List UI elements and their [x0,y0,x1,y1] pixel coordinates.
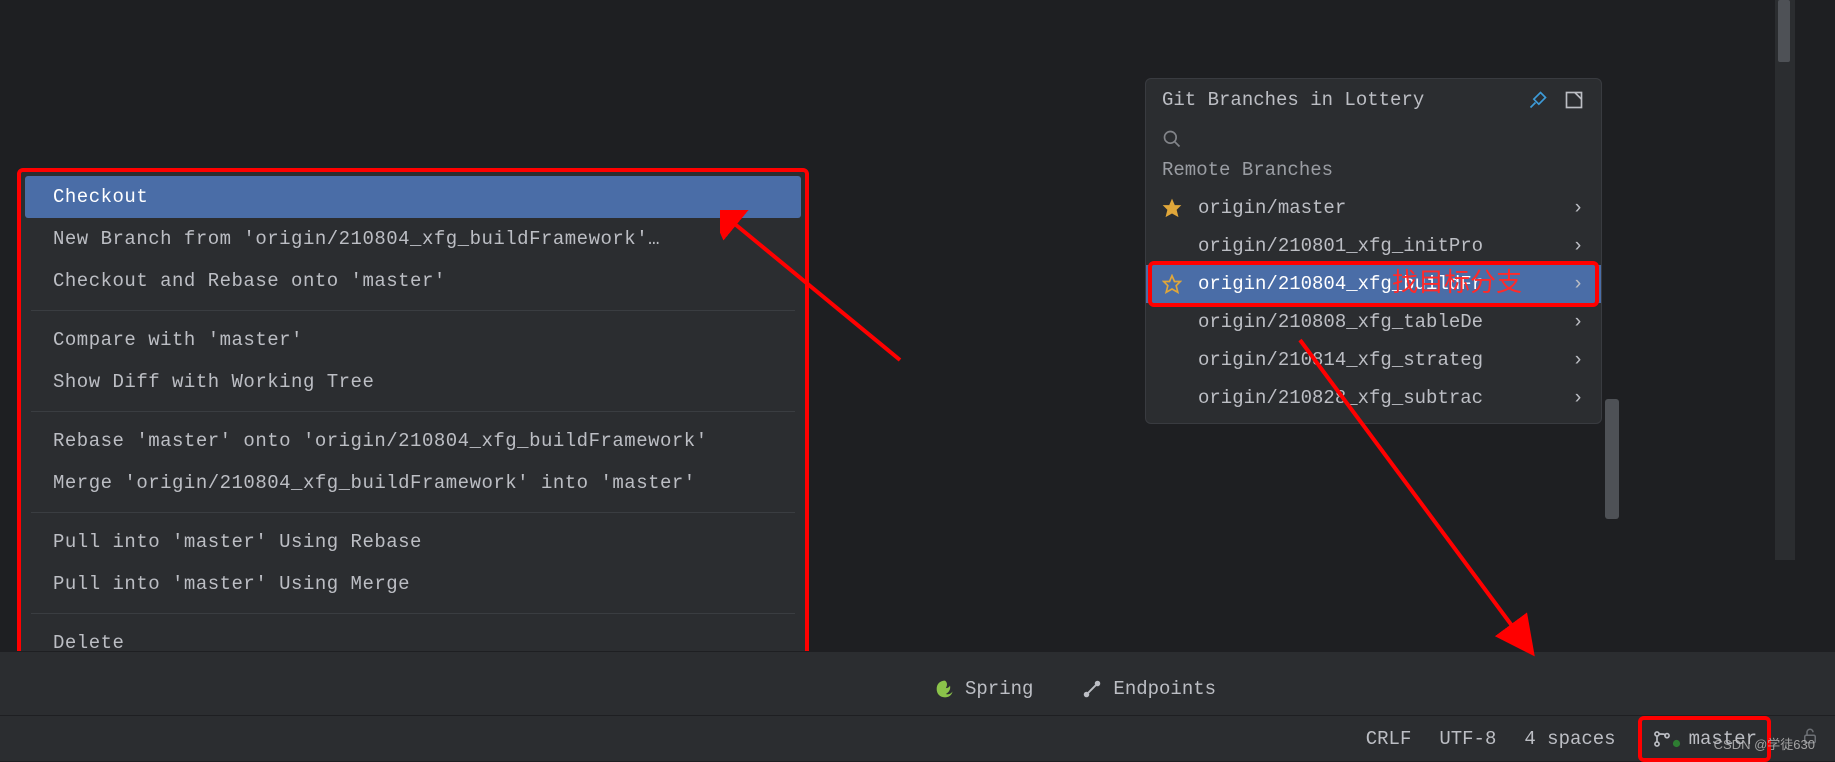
branch-list: origin/master › origin/210801_xfg_initPr… [1146,189,1601,423]
branch-name: origin/210814_xfg_strateg [1198,349,1555,371]
spring-icon [935,679,955,699]
menu-pull-rebase[interactable]: Pull into 'master' Using Rebase [25,521,801,563]
menu-new-branch[interactable]: New Branch from 'origin/210804_xfg_build… [25,218,801,260]
branch-item-selected[interactable]: origin/210804_xfg_buildFr › [1146,265,1601,303]
branch-name: origin/210808_xfg_tableDe [1198,311,1555,333]
endpoints-icon [1081,678,1103,700]
branch-search[interactable] [1146,121,1601,159]
tab-label: Spring [965,678,1033,700]
menu-checkout[interactable]: Checkout [25,176,801,218]
remote-branches-label: Remote Branches [1146,159,1601,189]
branch-icon [1652,729,1672,749]
editor-scrollbar-thumb[interactable] [1778,0,1790,62]
status-encoding[interactable]: UTF-8 [1439,728,1496,750]
chevron-right-icon: › [1569,349,1587,371]
status-line-separator[interactable]: CRLF [1366,728,1412,750]
chevron-right-icon: › [1569,311,1587,333]
watermark: CSDN @学徒630 [1714,734,1815,753]
sync-ok-dot-icon [1672,739,1681,748]
star-outline-icon[interactable] [1160,274,1184,294]
search-icon [1162,129,1182,149]
pin-icon[interactable] [1527,89,1549,111]
menu-separator [31,310,795,311]
branch-context-menu: Checkout New Branch from 'origin/210804_… [17,168,809,672]
menu-checkout-rebase[interactable]: Checkout and Rebase onto 'master' [25,260,801,302]
menu-rebase[interactable]: Rebase 'master' onto 'origin/210804_xfg_… [25,420,801,462]
popup-header: Git Branches in Lottery [1146,79,1601,121]
menu-separator [31,613,795,614]
branch-item[interactable]: origin/master › [1146,189,1601,227]
status-bar: CRLF UTF-8 4 spaces master [0,715,1835,761]
endpoints-tool-window[interactable]: Endpoints [1081,678,1216,700]
chevron-right-icon: › [1569,387,1587,409]
chevron-right-icon: › [1569,197,1587,219]
popup-title: Git Branches in Lottery [1162,89,1513,111]
editor-scrollbar-track[interactable] [1775,0,1795,560]
branch-item[interactable]: origin/210808_xfg_tableDe › [1146,303,1601,341]
tool-window-tabs: Spring Endpoints [935,667,1216,711]
tab-label: Endpoints [1113,678,1216,700]
branch-name: origin/master [1198,197,1555,219]
menu-merge[interactable]: Merge 'origin/210804_xfg_buildFramework'… [25,462,801,504]
branch-item[interactable]: origin/210814_xfg_strateg › [1146,341,1601,379]
status-indent[interactable]: 4 spaces [1524,728,1615,750]
menu-pull-merge[interactable]: Pull into 'master' Using Merge [25,563,801,605]
branch-name: origin/210801_xfg_initPro [1198,235,1555,257]
menu-separator [31,512,795,513]
chevron-right-icon: › [1569,273,1587,295]
annotation-find-target-branch: 找目标分支 [1392,262,1522,299]
star-filled-icon[interactable] [1160,198,1184,218]
branch-name: origin/210828_xfg_subtrac [1198,387,1555,409]
expand-icon[interactable] [1563,89,1585,111]
spring-tool-window[interactable]: Spring [935,678,1033,700]
branch-item[interactable]: origin/210801_xfg_initPro › [1146,227,1601,265]
menu-compare[interactable]: Compare with 'master' [25,319,801,361]
menu-separator [31,411,795,412]
list-scrollbar-thumb[interactable] [1605,399,1619,519]
tool-window-strip [0,651,1835,715]
menu-show-diff[interactable]: Show Diff with Working Tree [25,361,801,403]
chevron-right-icon: › [1569,235,1587,257]
branch-item[interactable]: origin/210828_xfg_subtrac › [1146,379,1601,417]
git-branches-popup: Git Branches in Lottery Remote Branches … [1145,78,1602,424]
